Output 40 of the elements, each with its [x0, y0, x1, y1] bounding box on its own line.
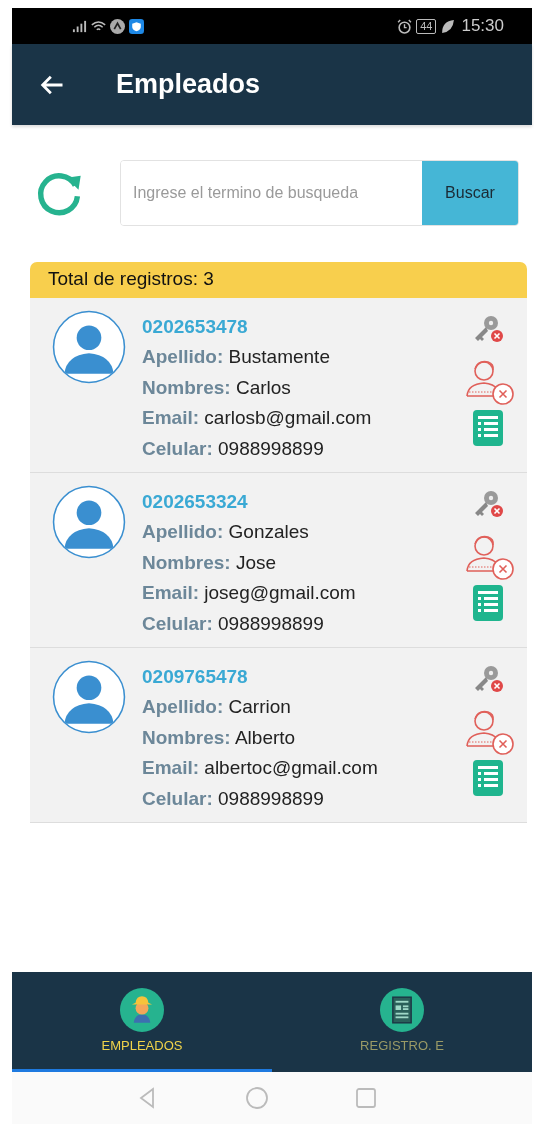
- home-circle-icon[interactable]: [245, 1086, 269, 1110]
- field-line: Apellido: Gonzales: [142, 520, 310, 544]
- document-icon: [380, 988, 424, 1032]
- avatar-icon: [52, 660, 126, 734]
- list-icon[interactable]: [473, 760, 503, 796]
- field-line: Celular: 0988998899: [142, 436, 325, 461]
- field-line: Email: albertoc@gmail.com: [142, 756, 379, 780]
- employee-card[interactable]: 0202653324 Apellido: Gonzales Nombres: Jose Email: joseg@gmail.com Celular: 0988998899: [30, 473, 527, 648]
- leaf-icon: [440, 18, 456, 34]
- list-icon[interactable]: [473, 410, 503, 446]
- avatar-icon: [52, 310, 126, 384]
- employee-id: 0202653478: [142, 315, 249, 339]
- recents-square-icon[interactable]: [354, 1086, 378, 1110]
- field-line: Nombres: Carlos: [142, 375, 292, 400]
- field-line: Apellido: Carrion: [142, 695, 292, 719]
- alarm-icon: [397, 18, 413, 34]
- employee-id: 0209765478: [142, 665, 249, 689]
- employee-card[interactable]: 0202653478 Apellido: Bustamente Nombres: Carlos Email: carlosb@gmail.com Celular: 0988998899: [30, 298, 527, 473]
- signal-icon: [72, 18, 87, 34]
- field-line: Apellido: Bustamente: [142, 345, 331, 369]
- shield-icon: [129, 18, 144, 34]
- field-line: Email: carlosb@gmail.com: [142, 406, 373, 430]
- screen-title: Empleados: [116, 69, 261, 100]
- search-field[interactable]: Ingrese el termino de busqueda Buscar: [120, 160, 519, 226]
- caret-up-icon: [110, 18, 125, 34]
- field-line: Nombres: Alberto: [142, 725, 297, 750]
- list-icon[interactable]: [473, 585, 503, 621]
- field-line: Nombres: Jose: [142, 550, 278, 575]
- total-banner: Total de registros: 3: [30, 262, 527, 298]
- field-line: Celular: 0988998899: [142, 786, 325, 811]
- bottom-tab[interactable]: REGISTRO. E: [272, 972, 532, 1072]
- avatar-icon: [52, 485, 126, 559]
- employee-id: 0202653324: [142, 490, 249, 514]
- field-line: Email: joseg@gmail.com: [142, 581, 357, 605]
- battery-indicator: 44: [416, 18, 437, 34]
- clock-text: 15:30: [461, 16, 504, 36]
- employee-card[interactable]: 0209765478 Apellido: Carrion Nombres: Alberto Email: albertoc@gmail.com Celular: 0988998899: [30, 648, 527, 823]
- search-button[interactable]: Buscar: [422, 161, 518, 225]
- field-line: Celular: 0988998899: [142, 611, 325, 636]
- worker-icon: [120, 988, 164, 1032]
